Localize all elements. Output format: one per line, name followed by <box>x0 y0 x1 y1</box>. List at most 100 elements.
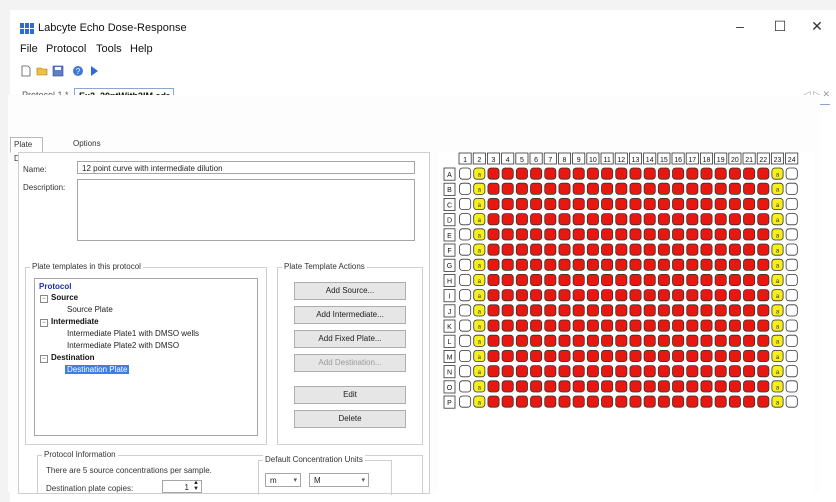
well[interactable] <box>530 289 543 302</box>
well[interactable] <box>544 274 557 287</box>
well[interactable] <box>530 243 543 256</box>
well[interactable] <box>515 334 528 347</box>
well[interactable] <box>714 395 727 408</box>
row-header[interactable]: F <box>443 243 456 257</box>
well[interactable] <box>672 334 685 347</box>
tree-root-protocol[interactable]: Protocol <box>39 282 71 291</box>
well[interactable] <box>728 167 741 180</box>
well[interactable] <box>501 274 514 287</box>
well[interactable] <box>615 304 628 317</box>
well[interactable] <box>743 274 756 287</box>
well[interactable] <box>544 395 557 408</box>
well[interactable] <box>572 198 585 211</box>
well[interactable] <box>586 167 599 180</box>
tree-node-intermediate[interactable]: Intermediate <box>51 317 99 326</box>
well[interactable] <box>586 213 599 226</box>
well[interactable] <box>530 304 543 317</box>
minimize-button[interactable]: – <box>730 18 750 34</box>
well[interactable] <box>601 319 614 332</box>
well[interactable] <box>643 258 656 271</box>
well[interactable] <box>586 395 599 408</box>
well[interactable] <box>530 334 543 347</box>
well[interactable] <box>544 289 557 302</box>
well[interactable] <box>643 304 656 317</box>
well[interactable] <box>686 319 699 332</box>
well[interactable] <box>601 167 614 180</box>
well[interactable] <box>515 304 528 317</box>
well[interactable] <box>501 380 514 393</box>
well[interactable] <box>601 182 614 195</box>
well[interactable] <box>643 182 656 195</box>
well[interactable] <box>586 182 599 195</box>
well[interactable] <box>743 289 756 302</box>
column-header[interactable]: 14 <box>643 152 657 165</box>
well[interactable] <box>700 213 713 226</box>
well[interactable] <box>728 258 741 271</box>
well[interactable] <box>657 213 670 226</box>
well[interactable] <box>558 304 571 317</box>
well[interactable] <box>728 319 741 332</box>
well[interactable] <box>700 334 713 347</box>
well[interactable] <box>757 380 770 393</box>
well[interactable] <box>572 213 585 226</box>
well[interactable] <box>672 167 685 180</box>
well[interactable] <box>657 258 670 271</box>
well[interactable] <box>714 380 727 393</box>
well[interactable] <box>657 228 670 241</box>
well[interactable] <box>743 182 756 195</box>
well[interactable] <box>657 349 670 362</box>
new-icon[interactable] <box>20 65 32 77</box>
well[interactable] <box>657 380 670 393</box>
well[interactable] <box>615 380 628 393</box>
tree-node-destination-plate[interactable]: Destination Plate <box>65 365 130 374</box>
well[interactable] <box>615 182 628 195</box>
description-input[interactable] <box>77 179 415 241</box>
well[interactable] <box>601 289 614 302</box>
well[interactable] <box>672 349 685 362</box>
well[interactable] <box>643 349 656 362</box>
well[interactable] <box>601 274 614 287</box>
well[interactable] <box>501 365 514 378</box>
column-header[interactable]: 16 <box>671 152 685 165</box>
help-icon[interactable]: ? <box>72 65 84 77</box>
well[interactable] <box>700 365 713 378</box>
well[interactable] <box>785 213 798 226</box>
menu-help[interactable]: Help <box>130 43 153 55</box>
well[interactable] <box>714 349 727 362</box>
well[interactable] <box>615 198 628 211</box>
well[interactable] <box>757 213 770 226</box>
row-header[interactable]: B <box>443 182 456 196</box>
well[interactable] <box>572 334 585 347</box>
collapse-destination-icon[interactable]: − <box>40 355 48 363</box>
well[interactable] <box>757 274 770 287</box>
well[interactable] <box>459 182 472 195</box>
tree-node-intermediate-1[interactable]: Intermediate Plate1 with DMSO wells <box>67 329 199 338</box>
well[interactable] <box>501 349 514 362</box>
column-header[interactable]: 20 <box>728 152 742 165</box>
well[interactable] <box>501 198 514 211</box>
well[interactable] <box>657 395 670 408</box>
well[interactable] <box>743 198 756 211</box>
copies-stepper[interactable]: 1 ▲ ▼ <box>162 480 202 493</box>
well[interactable] <box>501 334 514 347</box>
well[interactable] <box>743 167 756 180</box>
well[interactable] <box>515 319 528 332</box>
well[interactable] <box>544 213 557 226</box>
well[interactable] <box>629 365 642 378</box>
well[interactable] <box>586 228 599 241</box>
well[interactable] <box>686 380 699 393</box>
spin-arrows-icon[interactable]: ▲ ▼ <box>193 480 199 492</box>
well[interactable] <box>615 349 628 362</box>
well[interactable] <box>615 319 628 332</box>
well[interactable] <box>672 395 685 408</box>
well[interactable] <box>757 167 770 180</box>
well[interactable] <box>530 213 543 226</box>
well[interactable] <box>544 258 557 271</box>
well[interactable] <box>629 380 642 393</box>
well[interactable] <box>785 182 798 195</box>
well[interactable] <box>558 167 571 180</box>
well[interactable] <box>544 319 557 332</box>
well[interactable] <box>757 198 770 211</box>
well[interactable] <box>686 182 699 195</box>
well[interactable] <box>757 182 770 195</box>
